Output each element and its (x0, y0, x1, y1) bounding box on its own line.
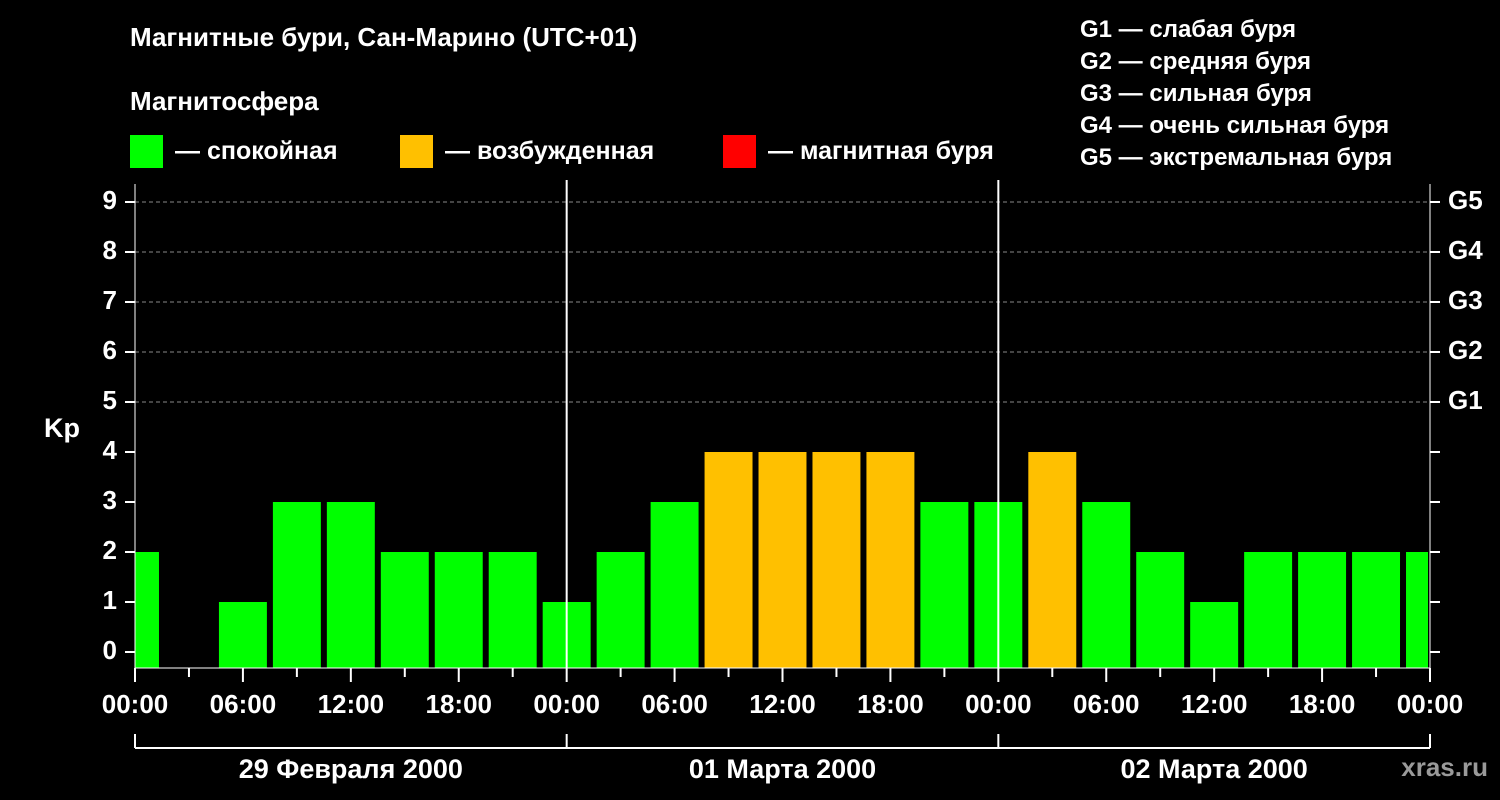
right-tick-label-G2: G2 (1448, 335, 1483, 365)
bar-4 (326, 502, 375, 668)
y-tick-label-9: 9 (103, 185, 117, 215)
bar-2 (218, 602, 267, 668)
x-tick-label-2: 12:00 (318, 689, 385, 719)
y-tick-label-2: 2 (103, 535, 117, 565)
x-tick-label-11: 18:00 (1289, 689, 1356, 719)
y-tick-label-8: 8 (103, 235, 117, 265)
bar-9 (596, 552, 645, 668)
bar-10 (650, 502, 699, 668)
y-tick-label-1: 1 (103, 585, 117, 615)
bar-6 (434, 552, 483, 668)
bar-19 (1136, 552, 1185, 668)
bar-12 (758, 452, 807, 668)
bar-11 (704, 452, 753, 668)
bar-5 (380, 552, 429, 668)
x-tick-label-1: 06:00 (210, 689, 277, 719)
bar-24 (1406, 552, 1428, 668)
y-tick-label-0: 0 (103, 635, 117, 665)
x-tick-label-4: 00:00 (533, 689, 600, 719)
x-tick-label-6: 12:00 (749, 689, 816, 719)
x-tick-label-7: 18:00 (857, 689, 924, 719)
bar-17 (1028, 452, 1077, 668)
bar-20 (1190, 602, 1239, 668)
y-tick-label-5: 5 (103, 385, 117, 415)
y-tick-label-7: 7 (103, 285, 117, 315)
bar-13 (812, 452, 861, 668)
bar-21 (1244, 552, 1293, 668)
bar-3 (272, 502, 321, 668)
x-tick-label-8: 00:00 (965, 689, 1032, 719)
x-tick-label-12: 00:00 (1397, 689, 1464, 719)
kp-bar-chart: 0 1 2 3 4 5 6 7 8 9 G1 G2 G3 G4 G5 Kp 00:00 06:00 12:00 18:… (44, 180, 1483, 784)
right-tick-label-G4: G4 (1448, 235, 1483, 265)
y-tick-label-4: 4 (103, 435, 118, 465)
x-tick-label-5: 06:00 (641, 689, 708, 719)
right-tick-label-G5: G5 (1448, 185, 1483, 215)
bar-7 (488, 552, 537, 668)
y-tick-label-6: 6 (103, 335, 117, 365)
bar-23 (1352, 552, 1401, 668)
right-tick-label-G3: G3 (1448, 285, 1483, 315)
y-tick-label-3: 3 (103, 485, 117, 515)
source-watermark: xras.ru (1401, 752, 1488, 782)
right-tick-label-G1: G1 (1448, 385, 1483, 415)
bar-18 (1082, 502, 1131, 668)
x-tick-label-0: 00:00 (102, 689, 169, 719)
bar-14 (866, 452, 915, 668)
bar-0 (135, 552, 159, 668)
day-label-0: 29 Февраля 2000 (239, 754, 463, 784)
bar-22 (1298, 552, 1347, 668)
bar-15 (920, 502, 969, 668)
day-label-2: 02 Марта 2000 (1121, 754, 1308, 784)
x-tick-label-3: 18:00 (426, 689, 493, 719)
y-axis-label: Kp (44, 413, 80, 443)
x-tick-label-9: 06:00 (1073, 689, 1140, 719)
day-label-1: 01 Марта 2000 (689, 754, 876, 784)
x-tick-label-10: 12:00 (1181, 689, 1248, 719)
